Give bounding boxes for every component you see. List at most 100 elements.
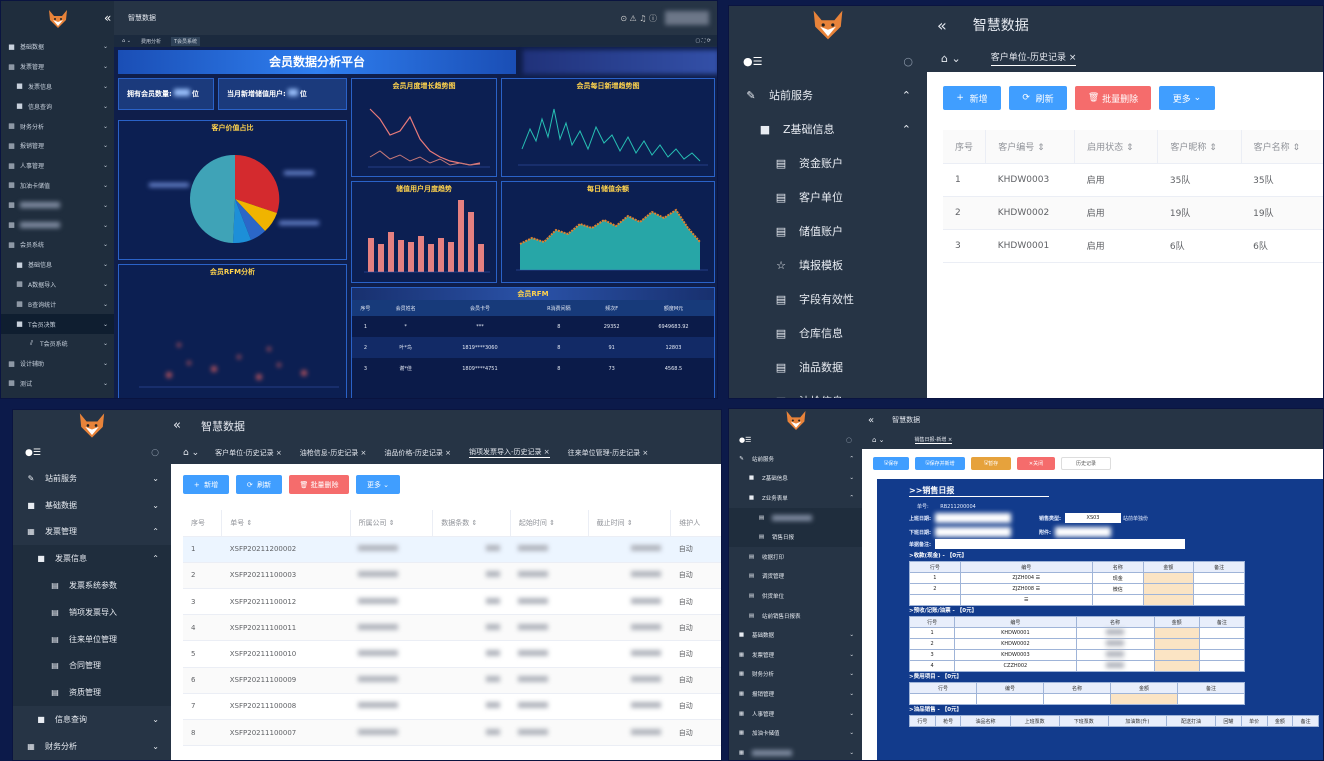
tab-item[interactable]: 销项发票导入-历史记录 × [469,447,550,458]
sidebar-item[interactable]: ■ T会员决策 ⌄ [1,314,114,334]
sidebar-item[interactable]: ■ Z基础信息 ⌃ [729,112,927,146]
history-button[interactable]: 历史记录 [1061,457,1111,470]
sidebar-item[interactable]: ▦ 财务分析 ⌄ [729,665,862,685]
sidebar-item[interactable]: ▦ 加油卡储值 ⌄ [1,176,114,196]
sidebar-item[interactable]: ■ 信息查询 ⌄ [1,96,114,116]
sidebar-item[interactable]: ▤ [729,507,862,528]
sidebar-item[interactable]: ▦ 发票管理 ⌄ [729,645,862,665]
table-row[interactable]: 5 XSFP20211100010 自动 [183,640,721,668]
sidebar-item[interactable]: ■ 基础信息 ⌄ [1,255,114,275]
table-row[interactable]: 6 XSFP20211100009 自动 [183,667,721,694]
batch-delete-button[interactable]: 🗑 批量删除 [289,475,349,494]
sidebar-item[interactable]: ▤ 油品数据 [729,350,927,384]
sidebar-item[interactable]: ▦ 人事管理 ⌄ [729,704,862,724]
sidebar-item[interactable]: ▤ 站前销售日报表 [729,606,862,626]
home-icon[interactable]: ⌂ ⌄ [122,38,131,44]
sidebar-item[interactable]: ■ 基础数据 ⌄ [13,492,171,519]
table-row[interactable]: 3 KHDW0003 [908,649,1246,661]
amount-input[interactable] [1142,572,1195,584]
table-row[interactable]: 3 谢*佳 1809****4751 8 73 4568.5 [352,358,714,379]
sidebar-item[interactable]: ▦ 发票管理 ⌃ [13,519,171,546]
sidebar-item[interactable]: ▦ 人事管理 ⌄ [1,156,114,176]
sidebar-item[interactable]: ▦ ⌄ [1,215,114,235]
tab-item[interactable]: 油枪信息-历史记录 × [300,448,367,458]
sidebar-item[interactable]: ▦ 报销管理 ⌄ [1,136,114,156]
save-new-button[interactable]: 🖫 保存并新增 [915,457,965,470]
sidebar-item[interactable]: ▦ 会员系统 ⌄ [1,235,114,255]
save-button[interactable]: 🖫 保存 [873,457,909,470]
collapse-icon[interactable]: « [868,415,874,426]
sidebar-item[interactable]: ▤ 往来单位管理 [13,625,171,653]
table-row[interactable]: 4 XSFP20211100011 自动 [183,614,721,642]
toggle-icon[interactable]: ●☰ [25,448,41,458]
table-row[interactable]: 1 KHDW0001 [908,627,1246,639]
tab-customer-unit[interactable]: 客户单位-历史记录 × [990,50,1077,66]
sidebar-item[interactable]: ▦ 设计辅助 ⌄ [1,354,114,374]
user-avatar[interactable] [665,11,709,25]
sidebar-item[interactable]: ✎ 站前服务 ⌃ [729,78,927,112]
table-row[interactable]: 7 XSFP20211100008 自动 [183,693,721,721]
collapse-icon[interactable]: « [104,11,111,25]
sidebar-item[interactable]: ▤ 油枪信息 [729,384,927,399]
amount-input[interactable] [1153,660,1200,672]
table-row[interactable] [909,693,1245,705]
header-icons[interactable]: ⊙ ⚠ ♫ ⓘ [620,13,657,24]
sidebar-item[interactable]: ▤ 销售日报 [729,527,862,547]
add-button[interactable]: + 新增 [183,475,229,494]
sidebar-item[interactable]: ■ 发票信息 ⌄ [1,77,114,97]
toggle-icon[interactable]: ●☰ [739,436,751,444]
more-button[interactable]: 更多 ⌄ [356,475,400,494]
amount-input[interactable] [1153,649,1200,661]
tab-item[interactable]: 客户单位-历史记录 × [215,448,282,458]
table-row[interactable]: 2 XSFP20211100003 自动 [183,562,721,590]
amount-input[interactable] [1153,638,1200,650]
sidebar-item[interactable]: ▦ ⌄ [729,743,862,760]
batch-delete-button[interactable]: 🗑 批量删除 [1075,86,1151,110]
sidebar-item[interactable]: ⫽ T会员系统 ⌄ [1,334,114,354]
sidebar-item[interactable]: ■ Z业务表单 ⌃ [729,488,862,508]
sidebar-item[interactable]: ▤ 供货单位 [729,586,862,606]
sidebar-item[interactable]: ▤ 调货管理 [729,567,862,587]
sidebar-item[interactable]: ■ 基础数据 ⌄ [729,625,862,645]
close-button[interactable]: ✕ 关闭 [1017,457,1055,470]
sidebar-item[interactable]: ▦ 报销管理 ⌄ [729,684,862,704]
home-icon[interactable]: ⌂ ⌄ [872,436,885,444]
toggle-icon[interactable]: ●☰ [743,55,762,68]
more-button[interactable]: 更多 ⌄ [1159,86,1215,110]
search-icon[interactable]: ○ [903,55,913,68]
sidebar-item[interactable]: ■ 基础数据 ⌄ [1,37,114,57]
home-icon[interactable]: ⌂ ⌄ [183,448,199,458]
table-row[interactable]: 2 ZJZH008 ☰ 微信 [909,583,1245,595]
sidebar-item[interactable]: ▦ 财务分析 ⌄ [13,733,171,760]
home-icon[interactable]: ⌂ ⌄ [941,52,961,65]
table-row[interactable]: 1 XSFP20211200002 自动 [183,536,721,563]
table-row[interactable]: 3 KHDW0001 启用 6队 6队 [943,229,1323,263]
sidebar-item[interactable]: ▤ 合同管理 [13,652,171,680]
tab-item[interactable]: 往来单位管理-历史记录 × [568,448,649,458]
amount-input[interactable] [1142,594,1195,606]
sidebar-item[interactable]: ▦ 发票管理 ⌄ [1,57,114,77]
sidebar-item[interactable]: ▤ 发票系统参数 [13,572,171,599]
window-controls-icon[interactable]: ▢ ⛶ ⟳ [695,38,711,44]
amount-input[interactable] [1153,627,1200,639]
sidebar-item[interactable]: ☆ 填报模板 [729,248,927,282]
add-button[interactable]: + 新增 [943,86,1001,110]
table-row[interactable]: 8 XSFP20211100007 自动 [183,719,721,747]
table-row[interactable]: 1 ZJZH004 ☰ 现金 [909,572,1245,584]
sidebar-item[interactable]: ■ 信息查询 ⌄ [13,706,171,733]
sidebar-item[interactable]: ▦ B查询统计 ⌄ [1,294,114,314]
sidebar-item[interactable]: ■ 发票信息 ⌃ [13,545,171,573]
last-date-input[interactable] [935,513,1011,523]
sidebar-item[interactable]: ✎ 站前服务 ⌃ [729,449,862,469]
sidebar-item[interactable]: ▤ 资金账户 [729,146,927,180]
table-row[interactable]: 4 CZZH002 [908,660,1246,672]
tab-crumb-2[interactable]: T会员系统 [170,36,201,46]
tab-crumb-1[interactable]: 费用分析 [141,38,161,45]
remark-input[interactable] [935,539,1185,549]
next-date-input[interactable] [935,527,1011,537]
sidebar-item[interactable]: ▤ 资质管理 [13,679,171,707]
sidebar-item[interactable]: ✎ 站前服务 ⌄ [13,465,171,492]
sidebar-item[interactable]: ▦ A数据导入 ⌄ [1,275,114,295]
sidebar-item[interactable]: ■ Z基础信息 ⌄ [729,469,862,489]
table-row[interactable]: 1 * *** 8 29352 6949683.92 [352,316,714,337]
